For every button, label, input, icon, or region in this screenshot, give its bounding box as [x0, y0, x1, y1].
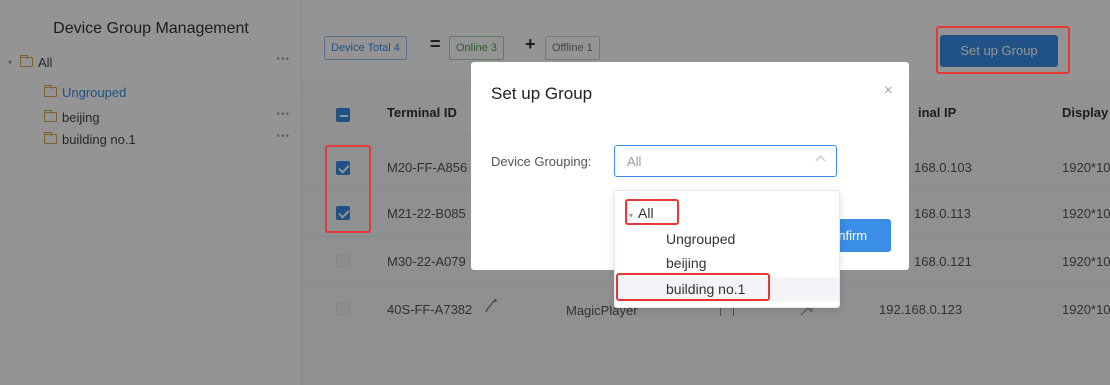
dropdown-item-label: beijing — [666, 255, 707, 271]
dropdown-item-label: building no.1 — [666, 281, 746, 297]
dropdown-item-label: Ungrouped — [666, 231, 736, 247]
chevron-down-icon[interactable]: ▾ — [629, 211, 633, 220]
select-value: All — [627, 154, 642, 169]
dropdown-item-label: All — [638, 205, 654, 221]
dialog-title: Set up Group — [491, 84, 593, 103]
dropdown-item-ungrouped[interactable]: Ungrouped — [615, 227, 839, 251]
close-icon[interactable]: × — [884, 82, 893, 100]
group-tree-dropdown: ▾ All Ungrouped beijing building no.1 — [614, 190, 840, 308]
device-grouping-select[interactable]: All — [614, 145, 837, 177]
dropdown-item-all[interactable]: ▾ All — [615, 201, 839, 225]
device-grouping-label: Device Grouping: — [491, 154, 592, 169]
dropdown-item-beijing[interactable]: beijing — [615, 251, 839, 275]
chevron-up-icon — [815, 155, 826, 166]
dropdown-item-building-no1[interactable]: building no.1 — [615, 277, 839, 301]
